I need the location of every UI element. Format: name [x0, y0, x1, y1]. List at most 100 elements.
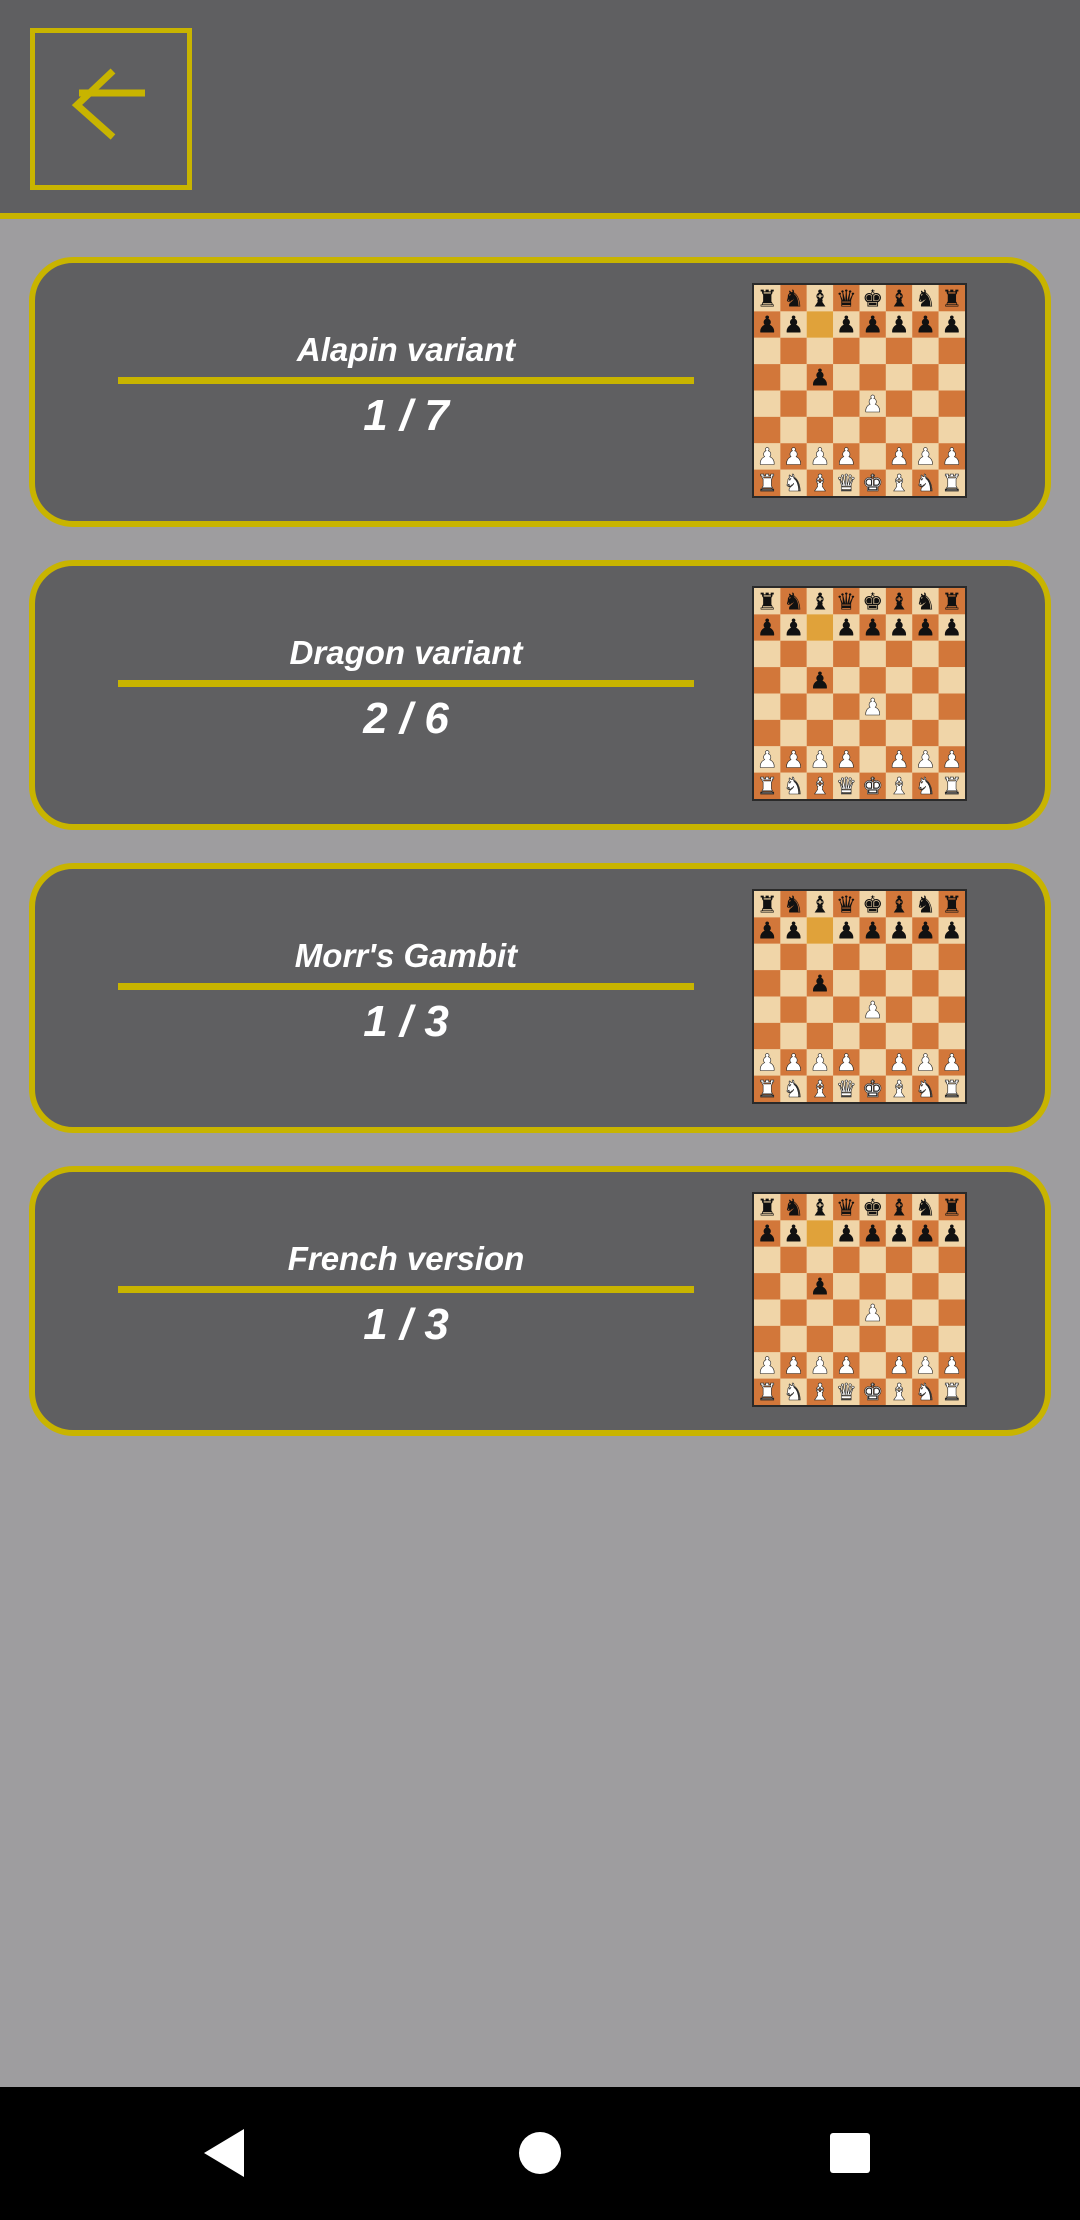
black-pawn-icon: ♟: [941, 1220, 962, 1248]
board-square: [754, 640, 781, 668]
black-knight-icon: ♞: [783, 285, 804, 312]
board-square: [833, 719, 860, 747]
board-square: [885, 693, 913, 720]
variant-title: Alapin variant: [296, 331, 516, 368]
nav-back-button[interactable]: [156, 2087, 296, 2220]
white-pawn-icon: ♟: [809, 443, 830, 471]
variant-title: Morr's Gambit: [294, 937, 518, 974]
white-pawn-icon: ♟: [809, 746, 830, 774]
black-rook-icon: ♜: [941, 285, 962, 312]
white-pawn-icon: ♟: [862, 996, 883, 1024]
board-square: [780, 693, 807, 720]
board-square: [806, 1325, 834, 1353]
board-square: [806, 1022, 834, 1050]
board-square: [780, 416, 807, 444]
white-knight-icon: ♞: [915, 772, 936, 799]
white-pawn-icon: ♟: [862, 390, 883, 418]
black-bishop-icon: ♝: [809, 891, 830, 918]
board-square: [912, 1325, 939, 1353]
board-square: [833, 390, 860, 417]
white-rook-icon: ♜: [757, 1075, 778, 1102]
board-square: [859, 943, 886, 971]
nav-home-button[interactable]: [470, 2087, 610, 2220]
board-square: [780, 719, 807, 747]
nav-home-icon: [519, 2132, 561, 2174]
white-knight-icon: ♞: [915, 469, 936, 496]
board-square: [938, 337, 965, 365]
variant-card[interactable]: Morr's Gambit 1 / 3 ♜ ♞ ♝ ♛ ♚ ♝ ♞ ♜ ♟ ♟ ♟ ♟ ♟ ♟ ♟ ♟ ♟ ♟ ♟ ♟…: [29, 863, 1051, 1133]
black-bishop-icon: ♝: [889, 588, 910, 615]
board-square: [938, 390, 965, 417]
board-square: [912, 667, 939, 694]
black-pawn-icon: ♟: [757, 1220, 778, 1248]
black-pawn-icon: ♟: [862, 1220, 883, 1248]
white-knight-icon: ♞: [915, 1378, 936, 1405]
board-square: [938, 1246, 965, 1274]
white-pawn-icon: ♟: [889, 1352, 910, 1380]
black-pawn-icon: ♟: [862, 311, 883, 339]
variant-info: Morr's Gambit 1 / 3: [118, 869, 694, 1127]
white-rook-icon: ♜: [757, 469, 778, 496]
board-square: [859, 1049, 886, 1076]
board-square: [859, 364, 886, 391]
board-square: [806, 1246, 834, 1274]
board-square: [885, 667, 913, 694]
black-rook-icon: ♜: [757, 1194, 778, 1221]
board-square: [938, 1273, 965, 1300]
divider: [118, 680, 694, 687]
white-pawn-icon: ♟: [915, 443, 936, 471]
white-pawn-icon: ♟: [757, 1352, 778, 1380]
white-pawn-icon: ♟: [757, 443, 778, 471]
black-king-icon: ♚: [862, 588, 883, 615]
board-square: [912, 1273, 939, 1300]
nav-recents-button[interactable]: [780, 2087, 920, 2220]
black-pawn-icon: ♟: [836, 1220, 857, 1248]
black-king-icon: ♚: [862, 1194, 883, 1221]
white-queen-icon: ♛: [836, 772, 857, 799]
black-knight-icon: ♞: [915, 1194, 936, 1221]
variant-card[interactable]: Dragon variant 2 / 6 ♜ ♞ ♝ ♛ ♚ ♝ ♞ ♜ ♟ ♟ ♟ ♟ ♟ ♟ ♟ ♟ ♟ ♟ ♟…: [29, 560, 1051, 830]
board-square: [754, 390, 781, 417]
white-pawn-icon: ♟: [783, 443, 804, 471]
white-bishop-icon: ♝: [809, 1075, 830, 1102]
board-square: [780, 943, 807, 971]
chessboard: ♜ ♞ ♝ ♛ ♚ ♝ ♞ ♜♟ ♟ ♟ ♟ ♟ ♟ ♟♟♟♟ ♟ ♟ ♟ ♟ ♟ ♟♜ ♞ ♝ ♛ ♚ ♝ ♞ ♜: [754, 285, 965, 496]
black-pawn-icon: ♟: [862, 614, 883, 642]
board-square: [833, 943, 860, 971]
white-pawn-icon: ♟: [941, 746, 962, 774]
board-square: [806, 693, 834, 720]
white-pawn-icon: ♟: [757, 746, 778, 774]
black-queen-icon: ♛: [836, 285, 857, 312]
black-pawn-icon: ♟: [915, 917, 936, 945]
board-square: [859, 667, 886, 694]
black-rook-icon: ♜: [941, 891, 962, 918]
white-queen-icon: ♛: [836, 469, 857, 496]
white-bishop-icon: ♝: [809, 469, 830, 496]
white-pawn-icon: ♟: [757, 1049, 778, 1077]
black-knight-icon: ♞: [915, 285, 936, 312]
white-knight-icon: ♞: [783, 1075, 804, 1102]
back-button[interactable]: [30, 28, 192, 190]
black-pawn-icon: ♟: [809, 969, 830, 997]
top-bar: [0, 0, 1080, 219]
black-rook-icon: ♜: [941, 1194, 962, 1221]
white-pawn-icon: ♟: [889, 443, 910, 471]
black-knight-icon: ♞: [783, 1194, 804, 1221]
board-square: [859, 1022, 886, 1050]
board-square: [938, 719, 965, 747]
white-knight-icon: ♞: [783, 469, 804, 496]
variant-card[interactable]: Alapin variant 1 / 7 ♜ ♞ ♝ ♛ ♚ ♝ ♞ ♜ ♟ ♟ ♟ ♟ ♟ ♟ ♟ ♟ ♟ ♟ ♟…: [29, 257, 1051, 527]
white-bishop-icon: ♝: [889, 772, 910, 799]
nav-recents-icon: [830, 2133, 870, 2173]
board-square: [754, 337, 781, 365]
board-square: [806, 719, 834, 747]
white-rook-icon: ♜: [757, 1378, 778, 1405]
black-pawn-icon: ♟: [836, 311, 857, 339]
board-square: [754, 943, 781, 971]
system-nav-bar: [0, 2087, 1080, 2220]
board-square: [754, 416, 781, 444]
black-pawn-icon: ♟: [889, 311, 910, 339]
black-pawn-icon: ♟: [783, 1220, 804, 1248]
black-king-icon: ♚: [862, 891, 883, 918]
variant-card[interactable]: French version 1 / 3 ♜ ♞ ♝ ♛ ♚ ♝ ♞ ♜ ♟ ♟ ♟ ♟ ♟ ♟ ♟ ♟ ♟ ♟ ♟…: [29, 1166, 1051, 1436]
